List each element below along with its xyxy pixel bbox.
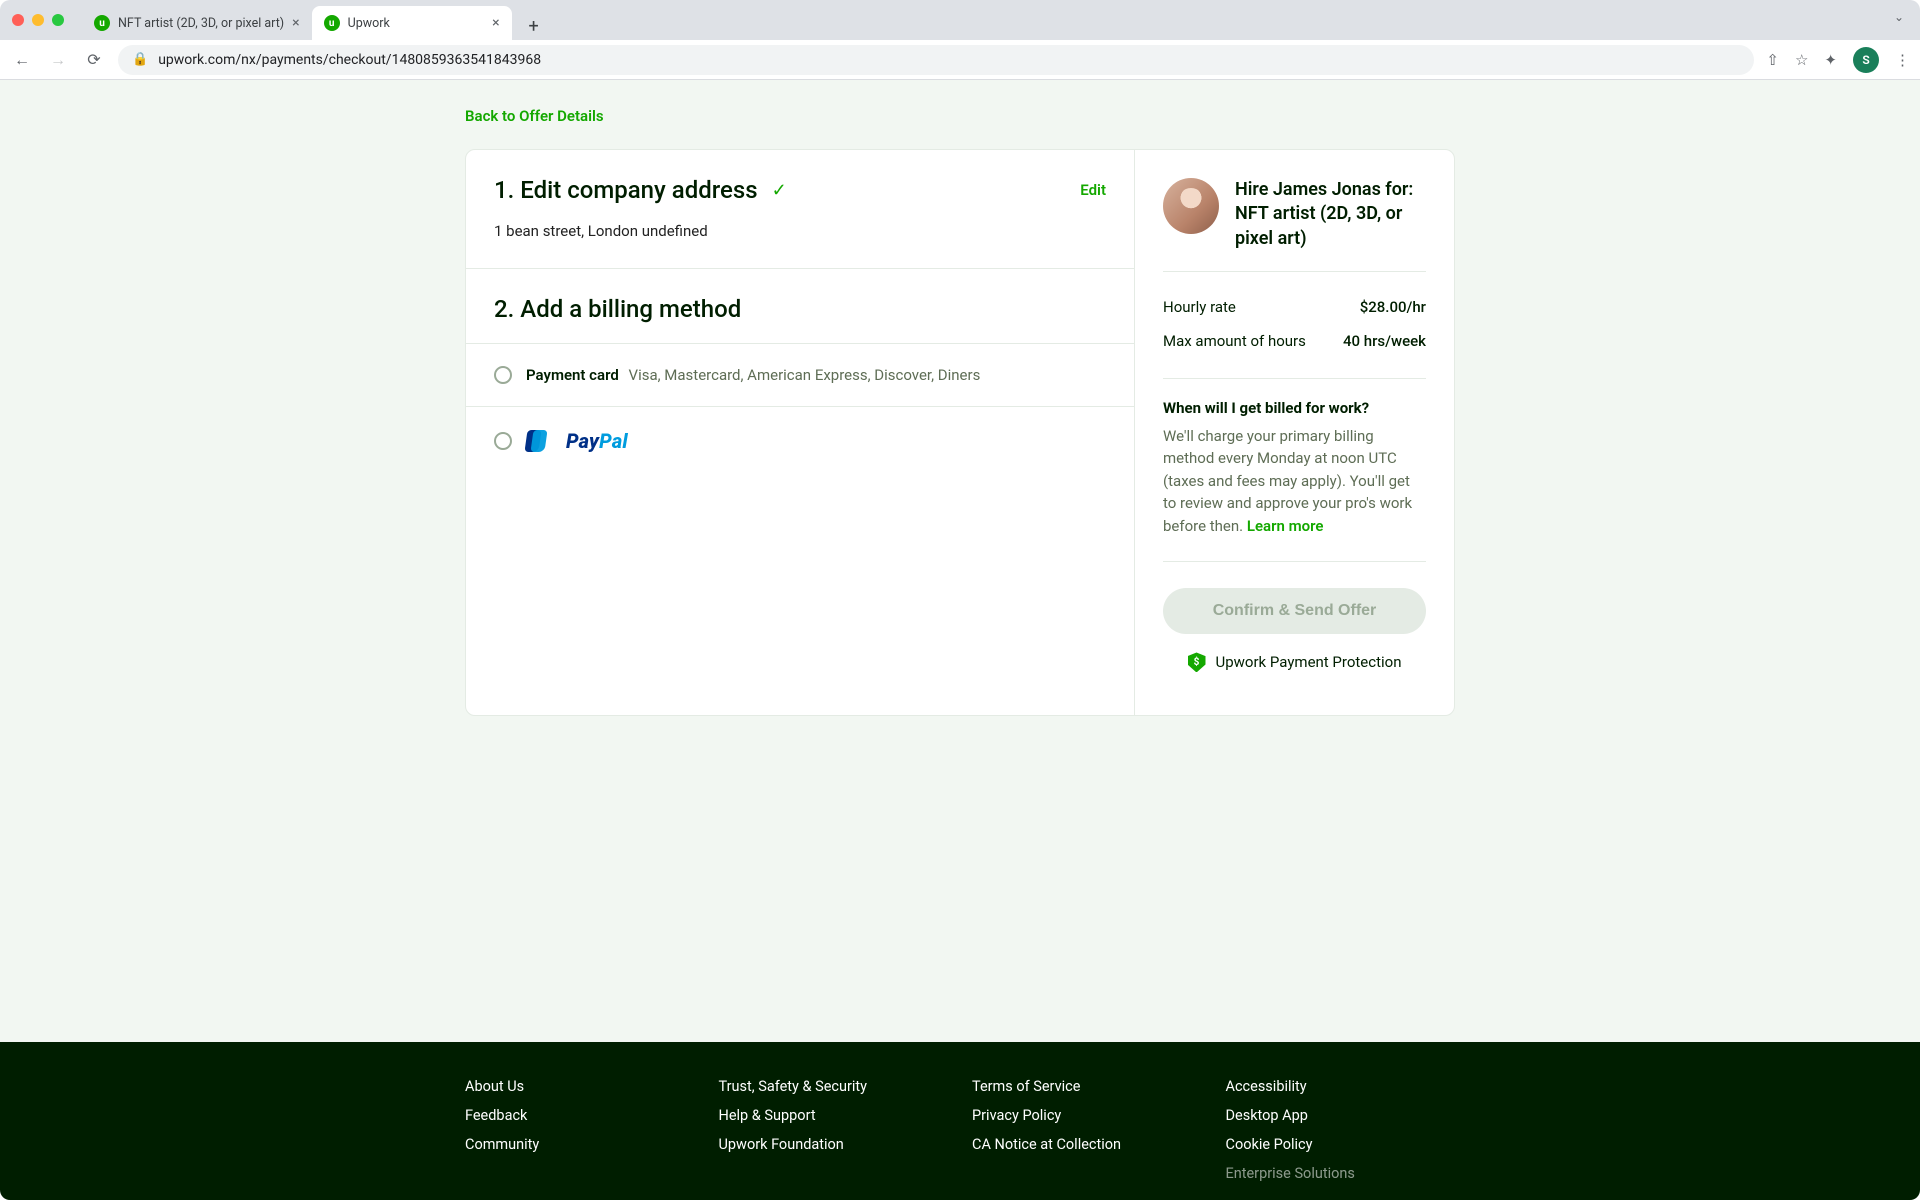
footer-link-community[interactable]: Community: [465, 1130, 695, 1159]
summary-value: $28.00/hr: [1360, 298, 1426, 316]
footer-link-cookie[interactable]: Cookie Policy: [1226, 1130, 1456, 1159]
back-button[interactable]: ←: [10, 50, 34, 70]
footer-link-feedback[interactable]: Feedback: [465, 1101, 695, 1130]
order-summary: Hire James Jonas for: NFT artist (2D, 3D…: [1134, 150, 1454, 715]
page-title: Hire James Jonas: [465, 80, 1455, 93]
checkout-steps: 1. Edit company address ✓ Edit 1 bean st…: [466, 150, 1134, 715]
payment-protection: $ Upwork Payment Protection: [1163, 652, 1426, 672]
url-text: upwork.com/nx/payments/checkout/14808593…: [158, 52, 541, 68]
back-to-offer-link[interactable]: Back to Offer Details: [465, 107, 604, 125]
reload-button[interactable]: ⟳: [82, 50, 106, 69]
page: Hire James Jonas Back to Offer Details 1…: [0, 80, 1920, 1200]
address-bar[interactable]: 🔒 upwork.com/nx/payments/checkout/148085…: [118, 45, 1754, 75]
billing-options: Payment card Visa, Mastercard, American …: [466, 343, 1134, 475]
tab-title: Upwork: [348, 16, 485, 31]
tab-strip: u NFT artist (2D, 3D, or pixel art) × u …: [0, 0, 1920, 40]
billing-option-card[interactable]: Payment card Visa, Mastercard, American …: [466, 343, 1134, 406]
lock-icon: 🔒: [132, 52, 148, 67]
summary-value: 40 hrs/week: [1343, 332, 1426, 350]
freelancer-avatar: [1163, 178, 1219, 234]
window-maximize-button[interactable]: [52, 14, 64, 26]
summary-rows: Hourly rate $28.00/hr Max amount of hour…: [1163, 272, 1426, 379]
paypal-logo: PayPal: [566, 429, 628, 453]
paypal-mark-icon: [526, 430, 548, 452]
step-billing-method: 2. Add a billing method: [466, 269, 1134, 343]
bookmark-icon[interactable]: ☆: [1795, 51, 1808, 69]
tab-close-icon[interactable]: ×: [492, 15, 499, 31]
spacer: [466, 475, 1134, 715]
summary-title: Hire James Jonas for: NFT artist (2D, 3D…: [1235, 178, 1426, 251]
upwork-favicon-icon: u: [324, 15, 340, 31]
footer-col: Accessibility Desktop App Cookie Policy …: [1226, 1072, 1456, 1188]
footer-link-about[interactable]: About Us: [465, 1072, 695, 1101]
kebab-menu-icon[interactable]: ⋮: [1895, 51, 1910, 69]
tabs-dropdown-icon[interactable]: ⌄: [1894, 10, 1904, 24]
window-minimize-button[interactable]: [32, 14, 44, 26]
tab-upwork[interactable]: u Upwork ×: [312, 6, 512, 40]
extensions-icon[interactable]: ✦: [1824, 51, 1837, 69]
share-icon[interactable]: ⇧: [1766, 51, 1779, 69]
billing-question: When will I get billed for work?: [1163, 399, 1426, 417]
tabs: u NFT artist (2D, 3D, or pixel art) × u …: [82, 0, 548, 40]
footer-col: Terms of Service Privacy Policy CA Notic…: [972, 1072, 1202, 1188]
billing-option-paypal[interactable]: PayPal: [466, 406, 1134, 475]
option-label: Payment card: [526, 366, 619, 384]
radio-icon: [494, 366, 512, 384]
learn-more-link[interactable]: Learn more: [1247, 517, 1324, 535]
billing-info: When will I get billed for work? We'll c…: [1163, 379, 1426, 563]
checkmark-icon: ✓: [772, 180, 787, 201]
step-company-address: 1. Edit company address ✓ Edit 1 bean st…: [466, 150, 1134, 269]
summary-row-rate: Hourly rate $28.00/hr: [1163, 290, 1426, 324]
footer-link-privacy[interactable]: Privacy Policy: [972, 1101, 1202, 1130]
payment-protection-label: Upwork Payment Protection: [1216, 653, 1402, 671]
summary-row-hours: Max amount of hours 40 hrs/week: [1163, 324, 1426, 358]
checkout-card: 1. Edit company address ✓ Edit 1 bean st…: [465, 149, 1455, 716]
radio-icon: [494, 432, 512, 450]
shield-icon: $: [1188, 652, 1206, 672]
profile-avatar[interactable]: S: [1853, 47, 1879, 73]
edit-address-link[interactable]: Edit: [1080, 181, 1106, 199]
new-tab-button[interactable]: +: [520, 12, 548, 40]
footer-col: Trust, Safety & Security Help & Support …: [719, 1072, 949, 1188]
footer-link-ca-notice[interactable]: CA Notice at Collection: [972, 1130, 1202, 1159]
window-controls: [12, 14, 64, 26]
footer-link-foundation[interactable]: Upwork Foundation: [719, 1130, 949, 1159]
browser-toolbar: ← → ⟳ 🔒 upwork.com/nx/payments/checkout/…: [0, 40, 1920, 80]
tab-title: NFT artist (2D, 3D, or pixel art): [118, 16, 284, 31]
forward-button[interactable]: →: [46, 50, 70, 70]
footer-link-terms[interactable]: Terms of Service: [972, 1072, 1202, 1101]
toolbar-actions: ⇧ ☆ ✦ S ⋮: [1766, 47, 1910, 73]
company-address-text: 1 bean street, London undefined: [494, 222, 1106, 240]
tab-nft-artist[interactable]: u NFT artist (2D, 3D, or pixel art) ×: [82, 6, 312, 40]
option-sublabel: Visa, Mastercard, American Express, Disc…: [629, 366, 981, 384]
upwork-favicon-icon: u: [94, 15, 110, 31]
step-title-text: 1. Edit company address: [494, 176, 758, 204]
window-close-button[interactable]: [12, 14, 24, 26]
step-title-text: 2. Add a billing method: [494, 295, 741, 323]
footer-link-trust[interactable]: Trust, Safety & Security: [719, 1072, 949, 1101]
tab-close-icon[interactable]: ×: [292, 15, 299, 31]
footer-link-help[interactable]: Help & Support: [719, 1101, 949, 1130]
summary-label: Hourly rate: [1163, 298, 1236, 316]
footer-link-enterprise[interactable]: Enterprise Solutions: [1226, 1159, 1456, 1188]
confirm-send-offer-button[interactable]: Confirm & Send Offer: [1163, 588, 1426, 634]
browser-window: u NFT artist (2D, 3D, or pixel art) × u …: [0, 0, 1920, 1200]
summary-label: Max amount of hours: [1163, 332, 1306, 350]
footer-link-accessibility[interactable]: Accessibility: [1226, 1072, 1456, 1101]
footer-link-desktop-app[interactable]: Desktop App: [1226, 1101, 1456, 1130]
site-footer: About Us Feedback Community Trust, Safet…: [0, 1042, 1920, 1200]
footer-col: About Us Feedback Community: [465, 1072, 695, 1188]
